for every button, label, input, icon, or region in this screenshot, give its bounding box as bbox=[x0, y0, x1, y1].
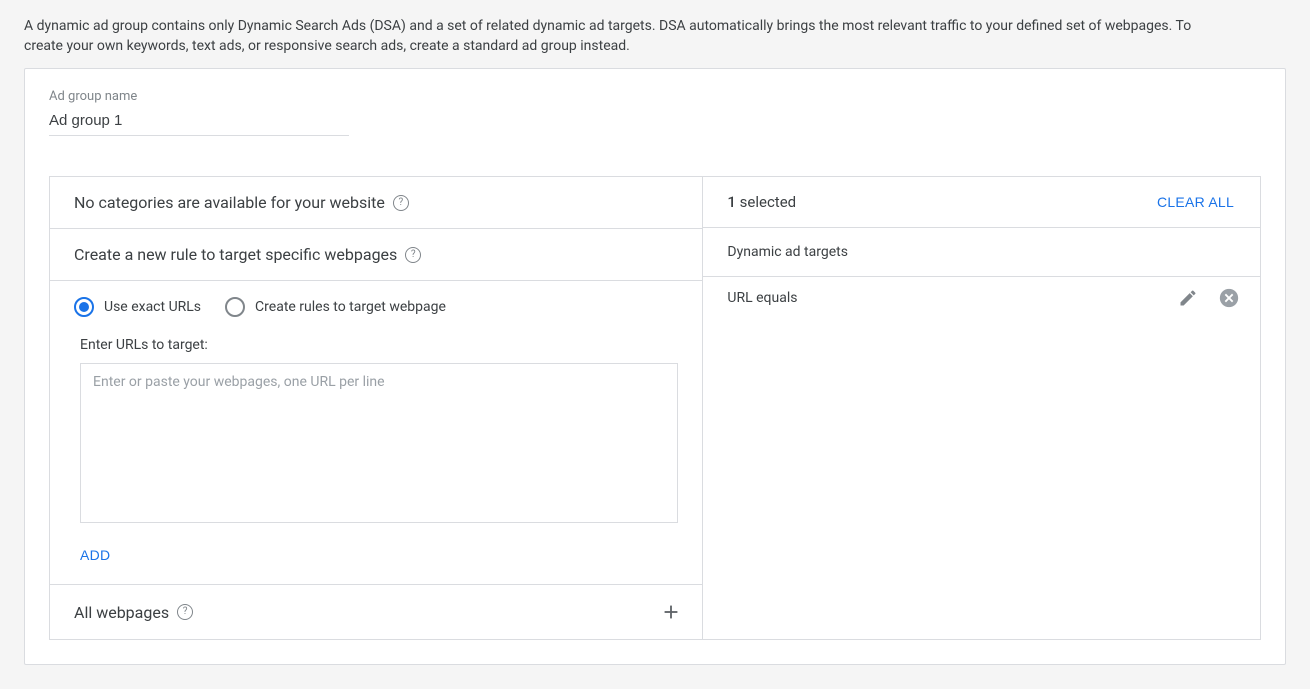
ad-group-name-input[interactable] bbox=[49, 108, 349, 136]
no-categories-text: No categories are available for your web… bbox=[74, 193, 385, 212]
radio-use-exact-urls[interactable]: Use exact URLs bbox=[74, 297, 201, 317]
help-icon[interactable]: ? bbox=[393, 195, 409, 211]
radio-exact-label: Use exact URLs bbox=[104, 299, 201, 315]
intro-text: A dynamic ad group contains only Dynamic… bbox=[24, 0, 1204, 68]
radio-unchecked-icon bbox=[225, 297, 245, 317]
add-button[interactable]: ADD bbox=[80, 547, 110, 563]
dynamic-ad-targets-header: Dynamic ad targets bbox=[703, 228, 1260, 277]
pencil-icon[interactable] bbox=[1178, 288, 1198, 308]
selected-count: 1 selected bbox=[727, 193, 796, 211]
radio-create-rules[interactable]: Create rules to target webpage bbox=[225, 297, 446, 317]
radio-checked-icon bbox=[74, 297, 94, 317]
remove-icon[interactable] bbox=[1218, 287, 1240, 309]
enter-urls-label: Enter URLs to target: bbox=[50, 329, 702, 363]
target-text: URL equals bbox=[727, 290, 797, 306]
targeting-left-column: No categories are available for your web… bbox=[50, 177, 703, 639]
ad-group-card: Ad group name No categories are availabl… bbox=[24, 68, 1286, 665]
clear-all-button[interactable]: CLEAR ALL bbox=[1151, 193, 1240, 211]
targeting-right-column: 1 selected CLEAR ALL Dynamic ad targets … bbox=[703, 177, 1260, 639]
urls-textarea[interactable] bbox=[80, 363, 678, 523]
help-icon[interactable]: ? bbox=[405, 247, 421, 263]
plus-icon[interactable] bbox=[660, 601, 682, 623]
create-rule-text: Create a new rule to target specific web… bbox=[74, 245, 397, 264]
all-webpages-text: All webpages bbox=[74, 603, 169, 622]
target-row: URL equals bbox=[703, 277, 1260, 319]
ad-group-name-label: Ad group name bbox=[49, 89, 1261, 104]
radio-rules-label: Create rules to target webpage bbox=[255, 299, 446, 315]
help-icon[interactable]: ? bbox=[177, 604, 193, 620]
